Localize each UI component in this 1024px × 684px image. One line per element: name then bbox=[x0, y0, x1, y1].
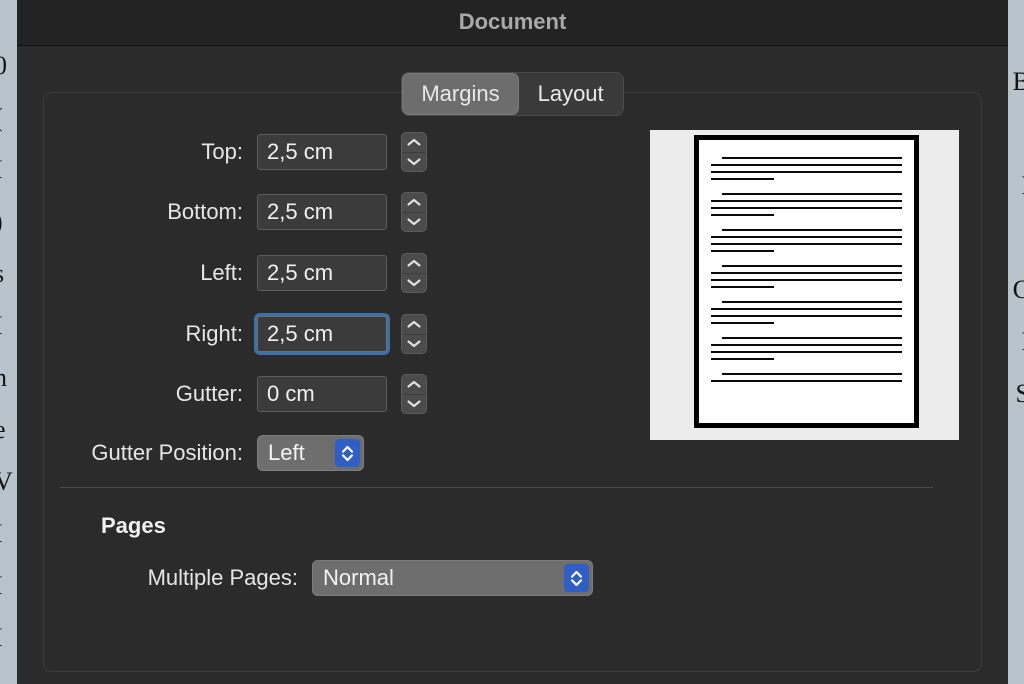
preview-paragraph bbox=[711, 337, 902, 360]
dropdown-multiple-pages[interactable]: Normal bbox=[312, 560, 593, 596]
stepper-down-icon[interactable] bbox=[402, 395, 426, 414]
label-bottom: Bottom: bbox=[167, 199, 243, 224]
stepper-up-icon[interactable] bbox=[402, 375, 426, 395]
pages-section-heading: Pages bbox=[101, 513, 166, 538]
preview-text-line bbox=[711, 243, 902, 245]
field-row-left: Left: 2,5 cm bbox=[17, 253, 427, 293]
input-bottom-margin[interactable]: 2,5 cm bbox=[257, 194, 387, 230]
label-top: Top: bbox=[201, 139, 243, 164]
preview-page-sheet bbox=[694, 135, 919, 428]
tab-layout[interactable]: Layout bbox=[519, 73, 623, 115]
preview-text-line bbox=[711, 164, 902, 166]
preview-text-line bbox=[711, 315, 902, 317]
input-left-margin[interactable]: 2,5 cm bbox=[257, 255, 387, 291]
background-text-right: B . I , C I S bbox=[1012, 67, 1024, 408]
screen: 0 ( I ) s I n e V I I I B . I , C I S Do… bbox=[0, 0, 1024, 684]
preview-text-line bbox=[722, 193, 902, 195]
preview-paragraph bbox=[711, 229, 902, 252]
stepper-down-icon[interactable] bbox=[402, 153, 426, 172]
field-row-bottom: Bottom: 2,5 cm bbox=[17, 192, 427, 232]
field-row-right: Right: 2,5 cm bbox=[17, 314, 427, 354]
field-row-multiple-pages: Multiple Pages: Normal bbox=[17, 558, 593, 598]
preview-text-line bbox=[722, 229, 902, 231]
preview-text-line bbox=[722, 337, 902, 339]
chevron-up-down-icon[interactable] bbox=[564, 564, 589, 592]
page-preview bbox=[650, 130, 959, 440]
stepper-down-icon[interactable] bbox=[402, 274, 426, 293]
stepper-down-icon[interactable] bbox=[402, 335, 426, 354]
dialog-titlebar[interactable]: Document bbox=[17, 0, 1008, 46]
stepper-up-icon[interactable] bbox=[402, 315, 426, 335]
field-row-gutter: Gutter: 0 cm bbox=[17, 374, 427, 414]
input-gutter[interactable]: 0 cm bbox=[257, 376, 387, 412]
stepper-up-icon[interactable] bbox=[402, 193, 426, 213]
preview-paragraphs bbox=[711, 157, 902, 395]
section-divider bbox=[60, 487, 933, 488]
preview-text-line bbox=[711, 200, 902, 202]
preview-paragraph bbox=[711, 157, 902, 180]
dialog-title: Document bbox=[458, 9, 567, 34]
preview-text-line bbox=[711, 322, 775, 324]
preview-paragraph bbox=[711, 265, 902, 288]
field-row-gutter-position: Gutter Position: Left bbox=[17, 433, 364, 473]
stepper-bottom-margin[interactable] bbox=[401, 192, 427, 232]
preview-text-line bbox=[711, 207, 902, 209]
preview-text-line bbox=[711, 214, 775, 216]
stepper-down-icon[interactable] bbox=[402, 213, 426, 232]
preview-text-line bbox=[722, 265, 902, 267]
preview-text-line bbox=[711, 286, 775, 288]
preview-text-line bbox=[711, 272, 902, 274]
stepper-gutter[interactable] bbox=[401, 374, 427, 414]
preview-text-line bbox=[711, 250, 775, 252]
stepper-left-margin[interactable] bbox=[401, 253, 427, 293]
preview-text-line bbox=[711, 236, 902, 238]
stepper-up-icon[interactable] bbox=[402, 254, 426, 274]
preview-text-line bbox=[722, 157, 902, 159]
background-window-right-sliver[interactable]: B . I , C I S bbox=[1008, 0, 1024, 684]
stepper-right-margin[interactable] bbox=[401, 314, 427, 354]
background-text-left: 0 ( I ) s I n e V I I I bbox=[0, 51, 13, 652]
dropdown-multiple-pages-value: Normal bbox=[323, 565, 394, 590]
stepper-top-margin[interactable] bbox=[401, 132, 427, 172]
preview-text-line bbox=[722, 373, 902, 375]
preview-text-line bbox=[711, 178, 775, 180]
stepper-up-icon[interactable] bbox=[402, 133, 426, 153]
preview-text-line bbox=[711, 171, 902, 173]
preview-text-line bbox=[711, 279, 902, 281]
label-right: Right: bbox=[185, 321, 243, 346]
preview-text-line bbox=[711, 308, 902, 310]
preview-text-line bbox=[722, 301, 902, 303]
dropdown-gutter-position-value: Left bbox=[268, 440, 305, 465]
label-gutter-position: Gutter Position: bbox=[91, 440, 243, 465]
preview-text-line bbox=[711, 351, 902, 353]
segmented-tab-control: Margins Layout bbox=[401, 72, 624, 116]
input-top-margin[interactable]: 2,5 cm bbox=[257, 134, 387, 170]
label-left: Left: bbox=[200, 260, 243, 285]
preview-text-line bbox=[711, 358, 775, 360]
background-window-left-sliver[interactable]: 0 ( I ) s I n e V I I I bbox=[0, 0, 17, 684]
preview-paragraph bbox=[711, 193, 902, 216]
dropdown-gutter-position[interactable]: Left bbox=[257, 435, 364, 471]
tab-bar: Margins Layout bbox=[17, 72, 1008, 116]
input-right-margin[interactable]: 2,5 cm bbox=[257, 316, 387, 352]
tab-margins[interactable]: Margins bbox=[402, 73, 519, 115]
chevron-up-down-icon[interactable] bbox=[335, 439, 360, 467]
field-row-top: Top: 2,5 cm bbox=[17, 132, 427, 172]
preview-text-line bbox=[711, 380, 902, 382]
preview-text-line bbox=[711, 344, 902, 346]
document-dialog: Document Margins Layout Top: 2,5 cm Bott… bbox=[17, 0, 1008, 684]
label-multiple-pages: Multiple Pages: bbox=[147, 565, 298, 590]
preview-paragraph bbox=[711, 373, 902, 382]
label-gutter: Gutter: bbox=[175, 381, 243, 406]
preview-paragraph bbox=[711, 301, 902, 324]
